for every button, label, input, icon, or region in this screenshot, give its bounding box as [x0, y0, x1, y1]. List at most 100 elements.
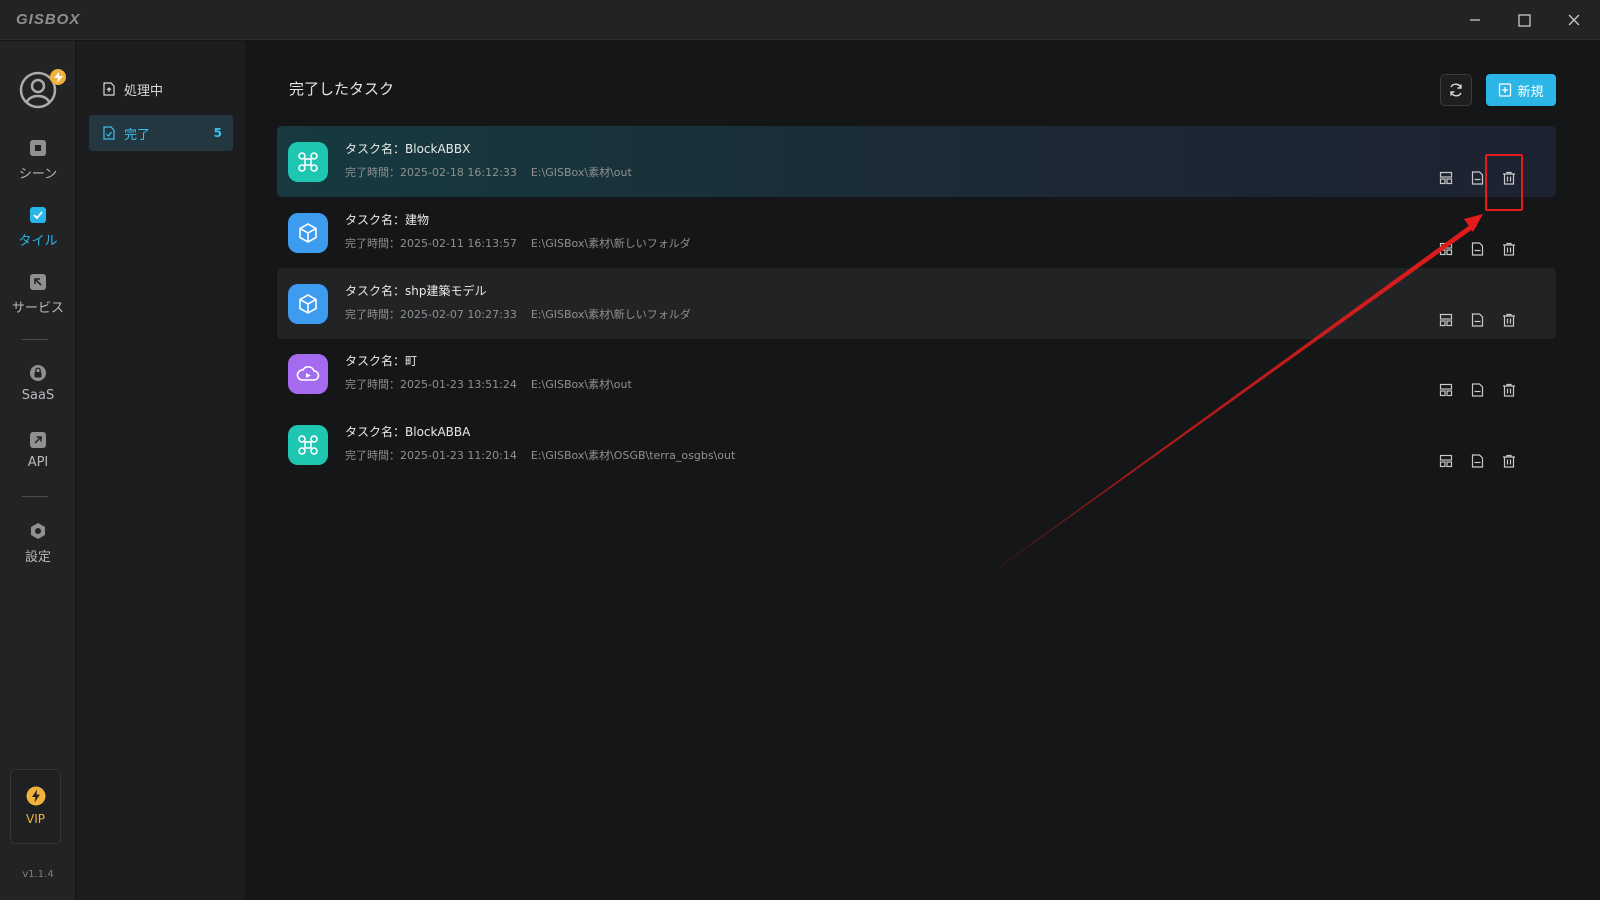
scene-icon [30, 140, 46, 156]
delete-task-button[interactable] [1499, 310, 1519, 330]
task-meta: 完了時間：2025-02-18 16:12:33 E:\GISBox\素材\out [345, 164, 632, 180]
task-meta: 完了時間：2025-01-23 13:51:24 E:\GISBox\素材\out [345, 376, 632, 392]
task-output-path: E:\GISBox\素材\新しいフォルダ [530, 308, 691, 321]
drone-icon [297, 151, 319, 173]
rail-label-settings: 設定 [24, 550, 51, 565]
new-task-button[interactable]: 新規 [1486, 74, 1556, 106]
app-logo: GISBOX [16, 11, 81, 28]
open-file-button[interactable] [1467, 239, 1487, 259]
task-row[interactable]: タスク名：BlockABBX 完了時間：2025-02-18 16:12:33 E:… [277, 126, 1556, 197]
task-row[interactable]: タスク名：BlockABBA 完了時間：2025-01-23 11:20:14 E:… [277, 409, 1556, 480]
task-meta: 完了時間：2025-02-07 10:27:33 E:\GISBox\素材\新しい… [345, 306, 691, 322]
rail-item-api[interactable]: API [0, 431, 76, 470]
lightning-icon [53, 71, 63, 83]
minimize-button[interactable] [1463, 8, 1487, 32]
subnav-done[interactable]: 完了 5 [89, 115, 233, 151]
task-output-path: E:\GISBox\素材\OSGB\terra_osgbs\out [530, 449, 736, 462]
vip-button[interactable]: VIP [10, 769, 61, 844]
file-icon [1471, 454, 1483, 468]
service-icon [30, 274, 46, 290]
subnav-processing[interactable]: 処理中 [89, 71, 233, 107]
layout-icon [1439, 383, 1453, 397]
file-icon [1471, 313, 1483, 327]
open-file-button[interactable] [1467, 380, 1487, 400]
task-name: タスク名：町 [345, 354, 418, 368]
cloud-play-icon [296, 363, 320, 385]
trash-icon [1503, 313, 1515, 327]
title-bar: GISBOX [0, 0, 1600, 40]
maximize-button[interactable] [1512, 8, 1536, 32]
task-completed-time: 完了時間：2025-01-23 13:51:24 [345, 378, 517, 391]
task-row[interactable]: タスク名：建物完了時間：2025-02-11 16:13:57 E:\GISBox… [277, 197, 1556, 268]
task-name: タスク名：BlockABBA [345, 425, 471, 439]
cube-icon [297, 222, 319, 244]
task-completed-time: 完了時間：2025-02-07 10:27:33 [345, 308, 517, 321]
delete-task-button[interactable] [1499, 451, 1519, 471]
tile-icon [30, 207, 46, 223]
rail-label-api: API [27, 455, 49, 470]
api-link-icon [30, 432, 46, 448]
refresh-button[interactable] [1440, 74, 1472, 106]
layout-icon [1439, 171, 1453, 185]
maximize-icon [1517, 13, 1531, 27]
view-layout-button[interactable] [1436, 168, 1456, 188]
close-icon [1568, 14, 1580, 26]
open-file-button[interactable] [1467, 451, 1487, 471]
task-completed-time: 完了時間：2025-01-23 11:20:14 [345, 449, 517, 462]
new-task-label: 新規 [1517, 84, 1544, 100]
add-file-icon [1499, 83, 1512, 97]
view-layout-button[interactable] [1436, 310, 1456, 330]
layout-icon [1439, 313, 1453, 327]
file-icon [1471, 171, 1483, 185]
rail-item-settings[interactable]: 設定 [0, 522, 76, 565]
task-name: タスク名：建物 [345, 213, 430, 227]
rail-item-scene[interactable]: シーン [0, 139, 76, 182]
task-name: タスク名：BlockABBX [345, 142, 471, 156]
task-type-icon-bg [288, 213, 328, 253]
task-row[interactable]: タスク名：shp建築モデル完了時間：2025-02-07 10:27:33 E:\… [277, 268, 1556, 339]
refresh-icon [1450, 83, 1462, 97]
delete-task-button[interactable] [1499, 380, 1519, 400]
file-icon [1471, 383, 1483, 397]
task-type-icon-bg [288, 354, 328, 394]
rail-divider [22, 496, 48, 497]
close-button[interactable] [1562, 8, 1586, 32]
minimize-icon [1470, 19, 1480, 21]
trash-icon [1503, 383, 1515, 397]
lightning-circle-icon [26, 786, 45, 806]
task-type-icon-bg [288, 425, 328, 465]
task-status-panel: 処理中 完了 5 [77, 41, 245, 900]
rail-item-service[interactable]: サービス [0, 273, 76, 316]
open-file-button[interactable] [1467, 168, 1487, 188]
delete-task-button[interactable] [1499, 168, 1519, 188]
task-meta: 完了時間：2025-02-11 16:13:57 E:\GISBox\素材\新しい… [345, 235, 691, 251]
rail-item-tile[interactable]: タイル [0, 206, 76, 249]
subnav-done-label: 完了 [124, 127, 151, 143]
done-count-badge: 5 [213, 126, 222, 140]
page-title: 完了したタスク [289, 80, 395, 98]
view-layout-button[interactable] [1436, 451, 1456, 471]
vip-badge [50, 69, 66, 85]
layout-icon [1439, 454, 1453, 468]
layout-icon [1439, 242, 1453, 256]
open-file-button[interactable] [1467, 310, 1487, 330]
view-layout-button[interactable] [1436, 239, 1456, 259]
view-layout-button[interactable] [1436, 380, 1456, 400]
task-name: タスク名：shp建築モデル [345, 284, 487, 298]
task-output-path: E:\GISBox\素材\新しいフォルダ [530, 237, 691, 250]
drone-icon [297, 434, 319, 456]
rail-item-saas[interactable]: SaaS [0, 364, 76, 403]
trash-icon [1503, 171, 1515, 185]
left-rail: シーン タイル サービス SaaS API 設定 VIP v1.1.4 [0, 41, 76, 900]
task-row[interactable]: タスク名：町完了時間：2025-01-23 13:51:24 E:\GISBox\… [277, 338, 1556, 409]
app-version: v1.1.4 [22, 869, 54, 880]
gear-icon [31, 523, 45, 539]
main-content: 完了したタスク 新規 タスク名：BlockABBX 完了時間：2025-02-18… [245, 41, 1600, 900]
delete-task-button[interactable] [1499, 239, 1519, 259]
rail-label-service: サービス [11, 301, 64, 316]
vip-label: VIP [26, 812, 45, 826]
task-completed-time: 完了時間：2025-02-18 16:12:33 [345, 166, 517, 179]
rail-divider [22, 339, 48, 340]
file-icon [1471, 242, 1483, 256]
rail-label-tile: タイル [18, 234, 58, 249]
